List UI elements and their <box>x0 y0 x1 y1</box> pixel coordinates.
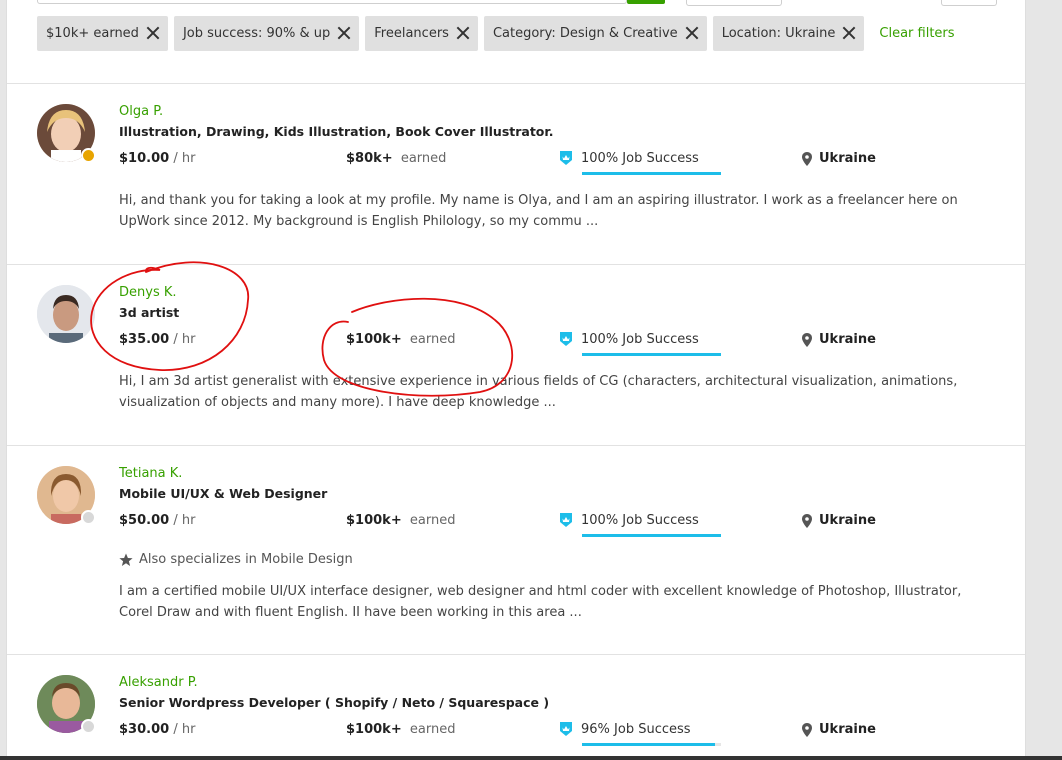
freelancer-card[interactable]: Denys K. 3d artist $35.00 / hr $100k+ ea… <box>7 265 1025 445</box>
location-pin-icon <box>802 722 812 737</box>
sort-button[interactable] <box>941 0 997 6</box>
job-success-bar <box>582 743 721 746</box>
status-online-icon <box>81 148 96 163</box>
filter-chip-earned: $10k+ earned <box>37 15 168 51</box>
freelancer-title: 3d artist <box>119 305 180 320</box>
screen-bottom-edge <box>0 756 1062 760</box>
job-success: 96% Job Success <box>558 721 691 737</box>
job-success: 100% Job Success <box>558 331 699 347</box>
freelancer-title: Senior Wordpress Developer ( Shopify / N… <box>119 695 550 710</box>
location: Ukraine <box>802 722 876 737</box>
freelancer-title: Mobile UI/UX & Web Designer <box>119 486 328 501</box>
hourly-rate: $35.00 / hr <box>119 332 196 347</box>
freelancer-description: Hi, I am 3d artist generalist with exten… <box>119 374 958 410</box>
hourly-rate: $10.00 / hr <box>119 151 196 166</box>
job-success: 100% Job Success <box>558 150 699 166</box>
freelancer-card[interactable]: Aleksandr P. Senior Wordpress Developer … <box>7 655 1025 760</box>
location: Ukraine <box>802 513 876 528</box>
filter-bar: $10k+ earned Job success: 90% & up Freel… <box>37 15 955 51</box>
job-success-bar <box>582 172 721 175</box>
close-icon[interactable] <box>146 26 160 40</box>
freelancer-card[interactable]: Tetiana K. Mobile UI/UX & Web Designer $… <box>7 446 1025 654</box>
location: Ukraine <box>802 151 876 166</box>
job-success-badge-icon <box>560 151 572 165</box>
also-specializes: Also specializes in Mobile Design <box>119 552 353 567</box>
job-success-bar <box>582 353 721 356</box>
freelancer-name[interactable]: Denys K. <box>119 285 177 300</box>
close-icon[interactable] <box>842 26 856 40</box>
clear-filters-link[interactable]: Clear filters <box>879 26 954 41</box>
filter-chip-freelancers: Freelancers <box>365 15 478 51</box>
total-earned: $100k+ earned <box>346 513 456 528</box>
location: Ukraine <box>802 332 876 347</box>
close-icon[interactable] <box>456 26 470 40</box>
filter-chip-category: Category: Design & Creative <box>483 15 707 51</box>
close-icon[interactable] <box>337 26 351 40</box>
freelancer-name[interactable]: Tetiana K. <box>119 466 182 481</box>
total-earned: $100k+ earned <box>346 722 456 737</box>
hourly-rate: $50.00 / hr <box>119 513 196 528</box>
star-icon <box>119 553 133 566</box>
total-earned: $80k+ earned <box>346 151 447 166</box>
filters-button[interactable] <box>686 0 782 6</box>
search-input[interactable] <box>37 0 627 4</box>
job-success-bar <box>582 534 721 537</box>
search-button[interactable] <box>627 0 665 4</box>
job-success-badge-icon <box>560 722 572 736</box>
location-pin-icon <box>802 332 812 347</box>
freelancer-card[interactable]: Olga P. Illustration, Drawing, Kids Illu… <box>7 84 1025 264</box>
freelancer-name[interactable]: Aleksandr P. <box>119 675 198 690</box>
status-offline-icon <box>81 510 96 525</box>
location-pin-icon <box>802 513 812 528</box>
status-offline-icon <box>81 719 96 734</box>
filter-chip-location: Location: Ukraine <box>712 15 865 51</box>
job-success-badge-icon <box>560 332 572 346</box>
freelancer-description: I am a certified mobile UI/UX interface … <box>119 584 962 620</box>
freelancer-title: Illustration, Drawing, Kids Illustration… <box>119 124 554 139</box>
avatar[interactable] <box>37 285 95 343</box>
results-panel: $10k+ earned Job success: 90% & up Freel… <box>6 0 1026 760</box>
filter-chip-job-success: Job success: 90% & up <box>173 15 360 51</box>
hourly-rate: $30.00 / hr <box>119 722 196 737</box>
job-success: 100% Job Success <box>558 512 699 528</box>
close-icon[interactable] <box>685 26 699 40</box>
location-pin-icon <box>802 151 812 166</box>
total-earned: $100k+ earned <box>346 332 456 347</box>
freelancer-description: Hi, and thank you for taking a look at m… <box>119 193 958 229</box>
job-success-badge-icon <box>560 513 572 527</box>
freelancer-name[interactable]: Olga P. <box>119 104 163 119</box>
